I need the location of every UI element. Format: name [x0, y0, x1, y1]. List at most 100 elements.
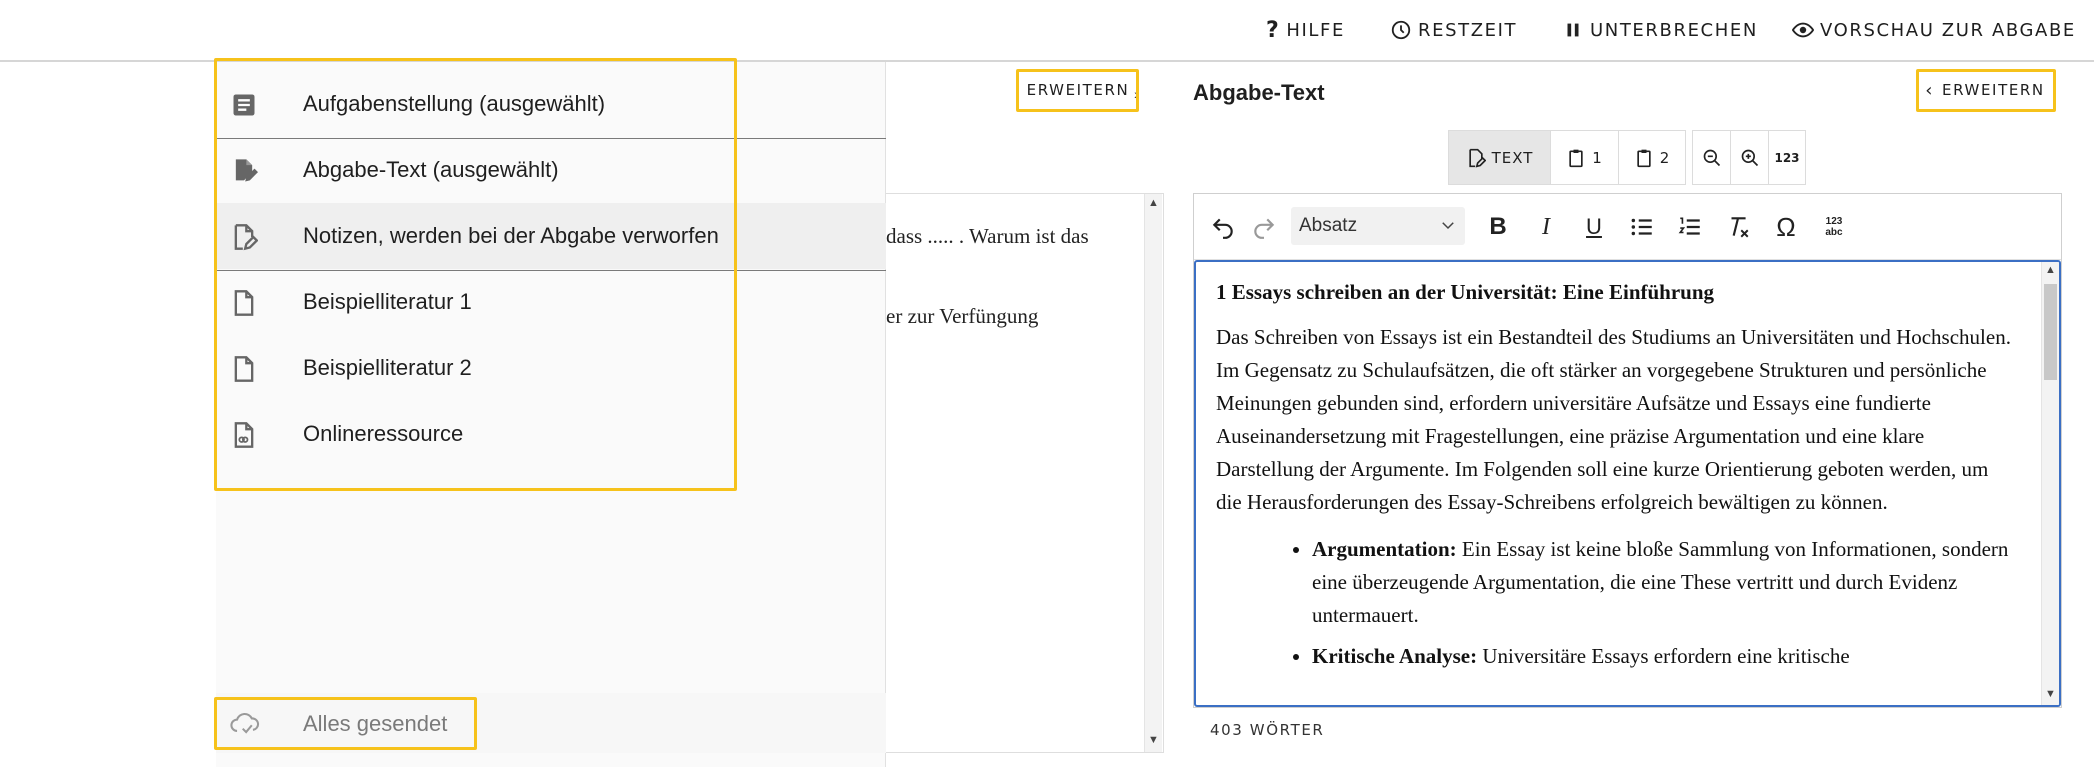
numbered-list-icon: [1678, 217, 1700, 235]
text-edit-icon: [1468, 148, 1486, 167]
redo-button[interactable]: [1247, 210, 1281, 244]
help-button[interactable]: ? HILFE: [1266, 15, 1345, 45]
document-heading: 1 Essays schreiben an der Universität: E…: [1216, 280, 1715, 304]
file-icon: [234, 290, 254, 316]
tab-clipboard-1[interactable]: 1: [1550, 130, 1618, 185]
question-icon: ?: [1266, 17, 1281, 43]
italic-icon: I: [1542, 213, 1550, 240]
tab-label: 2: [1659, 148, 1671, 167]
zoom-out-button[interactable]: [1692, 130, 1730, 185]
editor-content-area[interactable]: 1 Essays schreiben an der Universität: E…: [1194, 260, 2061, 707]
cloud-check-icon: [230, 712, 260, 734]
paragraph-style-value: Absatz: [1299, 215, 1358, 236]
menu-item-literature-1[interactable]: Beispielliteratur 1: [216, 269, 886, 335]
document-edit-icon: [235, 159, 258, 182]
help-label: HILFE: [1286, 19, 1345, 41]
clipboard-icon: [1637, 149, 1651, 167]
menu-item-label: Notizen, werden bei der Abgabe verworfen: [303, 223, 719, 248]
sync-status-label: Alles gesendet: [303, 711, 448, 736]
remaining-time-label: RESTZEIT: [1418, 19, 1518, 41]
menu-divider: [216, 138, 886, 139]
bullet-list-icon: [1631, 218, 1652, 236]
preview-label: VORSCHAU ZUR ABGABE: [1820, 19, 2076, 41]
zoom-out-icon: [1703, 149, 1720, 166]
preview-submission-button[interactable]: VORSCHAU ZUR ABGABE: [1792, 15, 2076, 45]
tab-text[interactable]: TEXT: [1448, 130, 1550, 185]
redo-icon: [1254, 218, 1275, 239]
task-text-area: dass ..... . Warum ist das er zur Verfün…: [886, 193, 1164, 753]
eye-icon: [1792, 22, 1814, 38]
editor-expand-button[interactable]: ‹ ERWEITERN: [1916, 70, 2054, 110]
menu-item-label: Abgabe-Text (ausgewählt): [303, 157, 559, 182]
list-item-term: Kritische Analyse:: [1312, 644, 1478, 668]
menu-item-label: Beispielliteratur 2: [303, 355, 472, 380]
editor-toolbar: Absatz B I U Ω 123 abc: [1194, 194, 2061, 260]
menu-item-online-resource[interactable]: Onlineressource: [216, 401, 886, 467]
scroll-up-icon[interactable]: ▲: [2045, 264, 2056, 276]
menu-item-literature-2[interactable]: Beispielliteratur 2: [216, 335, 886, 401]
task-expand-label: ERWEITERN: [1026, 81, 1130, 99]
clear-format-icon: [1731, 217, 1749, 238]
editor-title: Abgabe-Text: [1193, 80, 1325, 105]
italic-button[interactable]: I: [1529, 210, 1563, 244]
scrollbar-thumb[interactable]: [2044, 284, 2057, 380]
file-icon: [234, 356, 254, 382]
task-scrollbar[interactable]: ▲ ▼: [1144, 194, 1162, 752]
menu-divider: [216, 270, 886, 271]
paragraph-style-select[interactable]: Absatz: [1291, 207, 1465, 245]
special-character-button[interactable]: Ω: [1769, 210, 1803, 244]
chevron-right-icon: ›: [1134, 86, 1139, 102]
rich-text-editor: Absatz B I U Ω 123 abc 1 Essays schreiben…: [1193, 193, 2062, 708]
task-text-line: er zur Verfüngung: [886, 304, 1039, 328]
tab-label: 1: [1592, 148, 1603, 167]
word-count: 403 WÖRTER: [1210, 721, 1325, 739]
tab-label: TEXT: [1491, 148, 1534, 167]
sync-status: Alles gesendet: [216, 693, 886, 753]
pause-icon: [1567, 23, 1579, 37]
menu-item-label: Onlineressource: [303, 421, 464, 446]
zoom-controls: 123: [1692, 130, 1806, 185]
document-paragraph: Das Schreiben von Essays ist ein Bestand…: [1216, 325, 2011, 514]
scroll-down-icon[interactable]: ▼: [1148, 734, 1159, 746]
menu-item-label: Beispielliteratur 1: [303, 289, 472, 314]
pause-button[interactable]: UNTERBRECHEN: [1562, 15, 1758, 45]
editor-expand-label: ERWEITERN: [1942, 81, 2045, 99]
file-link-icon: [234, 422, 254, 448]
clipboard-icon: [1569, 149, 1583, 167]
document-body: 1 Essays schreiben an der Universität: E…: [1216, 276, 2016, 681]
menu-item-task[interactable]: Aufgabenstellung (ausgewählt): [216, 71, 886, 137]
clear-format-button[interactable]: [1721, 210, 1755, 244]
bold-button[interactable]: B: [1481, 210, 1515, 244]
top-bar: ? HILFE RESTZEIT UNTERBRECHEN VORSCHAU Z…: [0, 0, 2094, 62]
chevron-down-icon: [1442, 222, 1454, 230]
numbered-list-button[interactable]: [1673, 210, 1707, 244]
scroll-up-icon[interactable]: ▲: [1148, 197, 1159, 209]
underline-icon: U: [1586, 214, 1602, 239]
number-format-button[interactable]: 123: [1768, 130, 1806, 185]
document-list-icon: [233, 94, 255, 116]
number-format-icon: 123: [1774, 150, 1800, 165]
zoom-in-icon: [1741, 149, 1758, 166]
remaining-time-button[interactable]: RESTZEIT: [1390, 15, 1517, 45]
task-expand-button[interactable]: ERWEITERN: [1020, 70, 1136, 110]
menu-item-notes[interactable]: Notizen, werden bei der Abgabe verworfen: [216, 203, 886, 269]
number-abc-icon: 123 abc: [1825, 216, 1843, 238]
omega-icon: Ω: [1776, 211, 1796, 242]
bullet-list-button[interactable]: [1625, 210, 1659, 244]
menu-item-label: Aufgabenstellung (ausgewählt): [303, 91, 606, 116]
underline-button[interactable]: U: [1577, 210, 1611, 244]
clock-icon: [1391, 20, 1411, 40]
list-item: Kritische Analyse: Universitäre Essays e…: [1312, 640, 2016, 673]
document-bullet-list: Argumentation: Ein Essay ist keine bloße…: [1312, 533, 2016, 673]
zoom-in-button[interactable]: [1730, 130, 1768, 185]
task-text-line: dass ..... . Warum ist das: [886, 224, 1089, 248]
text-transform-button[interactable]: 123 abc: [1817, 210, 1851, 244]
menu-item-submission-text[interactable]: Abgabe-Text (ausgewählt): [216, 137, 886, 203]
undo-icon: [1212, 218, 1233, 239]
scroll-down-icon[interactable]: ▼: [2045, 688, 2056, 700]
note-edit-icon: [234, 224, 258, 251]
tab-clipboard-2[interactable]: 2: [1618, 130, 1686, 185]
editor-scrollbar[interactable]: ▲ ▼: [2041, 262, 2059, 705]
editor-view-tabs: TEXT 1 2: [1448, 130, 1686, 185]
undo-button[interactable]: [1206, 210, 1240, 244]
